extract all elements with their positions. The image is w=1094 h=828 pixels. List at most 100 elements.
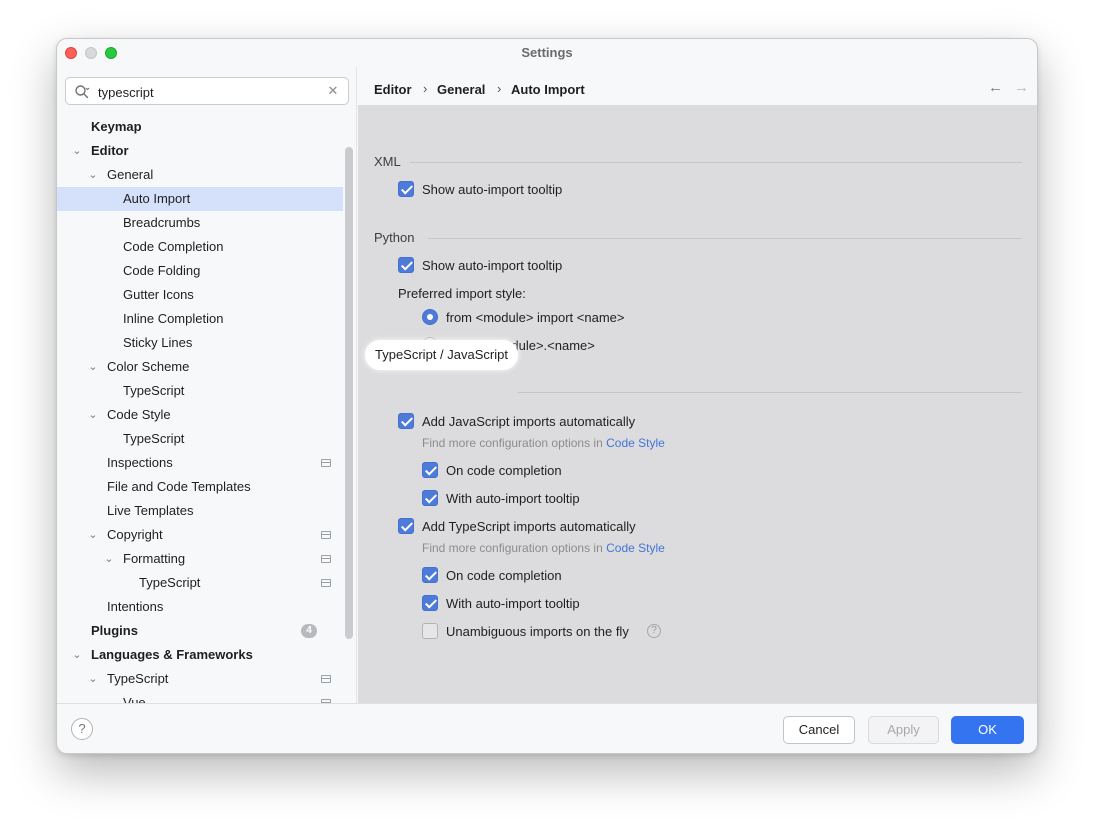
js-auto-import-label[interactable]: Add JavaScript imports automatically	[422, 414, 635, 429]
search-input[interactable]	[98, 83, 318, 101]
ts-on-the-fly-checkbox[interactable]	[422, 623, 438, 639]
tree-item-sticky-lines[interactable]: Sticky Lines	[57, 331, 343, 355]
chevron-down-icon[interactable]: ⌄	[87, 355, 99, 379]
section-divider	[410, 162, 1022, 163]
chevron-down-icon[interactable]: ⌄	[87, 403, 99, 427]
js-on-completion-checkbox[interactable]	[422, 462, 438, 478]
settings-tree: Keymap ⌄ Editor ⌄ General Auto Import Br…	[57, 115, 343, 703]
js-auto-import-checkbox[interactable]	[398, 413, 414, 429]
tree-item-label: Formatting	[123, 551, 186, 566]
chevron-down-icon[interactable]: ⌄	[87, 523, 99, 547]
tree-item-label: Plugins	[91, 623, 138, 638]
tree-item-code-completion[interactable]: Code Completion	[57, 235, 343, 259]
tree-item-editor[interactable]: ⌄ Editor	[57, 139, 343, 163]
xml-show-tooltip-label[interactable]: Show auto-import tooltip	[422, 182, 562, 197]
tree-item-plugins[interactable]: Plugins 4	[57, 619, 343, 643]
js-with-tooltip-label[interactable]: With auto-import tooltip	[446, 491, 580, 506]
ts-with-tooltip-checkbox[interactable]	[422, 595, 438, 611]
help-button[interactable]: ?	[71, 718, 93, 740]
tree-item-inspections[interactable]: Inspections	[57, 451, 343, 475]
tree-item-code-style[interactable]: ⌄ Code Style	[57, 403, 343, 427]
ts-code-style-link[interactable]: Code Style	[606, 541, 665, 555]
tree-item-code-folding[interactable]: Code Folding	[57, 259, 343, 283]
breadcrumb-general[interactable]: General	[437, 82, 485, 97]
import-style-from-radio[interactable]	[422, 309, 438, 325]
js-on-completion-label[interactable]: On code completion	[446, 463, 562, 478]
chevron-down-icon[interactable]: ⌄	[71, 643, 83, 667]
breadcrumb: Editor › General › Auto Import ← →	[358, 67, 1037, 105]
tree-item-keymap[interactable]: Keymap	[57, 115, 343, 139]
settings-sidebar: ✕ Keymap ⌄ Editor ⌄ General Auto Import …	[57, 67, 357, 703]
tree-item-label: Editor	[91, 143, 129, 158]
project-settings-icon	[321, 555, 331, 563]
help-icon[interactable]: ?	[647, 624, 661, 638]
chevron-down-icon[interactable]: ⌄	[103, 547, 115, 571]
clear-search-icon[interactable]: ✕	[326, 84, 340, 98]
breadcrumb-editor[interactable]: Editor	[374, 82, 412, 97]
xml-section-title: XML	[374, 154, 401, 169]
project-settings-icon	[321, 579, 331, 587]
tree-item-file-code-templates[interactable]: File and Code Templates	[57, 475, 343, 499]
tree-item-formatting[interactable]: ⌄ Formatting	[57, 547, 343, 571]
tree-item-gutter-icons[interactable]: Gutter Icons	[57, 283, 343, 307]
chevron-down-icon[interactable]: ⌄	[71, 139, 83, 163]
tree-item-auto-import[interactable]: Auto Import	[57, 187, 343, 211]
ts-on-completion-label[interactable]: On code completion	[446, 568, 562, 583]
tree-item-label: Keymap	[91, 119, 142, 134]
tree-item-label: Gutter Icons	[123, 287, 194, 302]
ts-config-hint-text: Find more configuration options in	[422, 541, 607, 555]
title-bar: Settings	[57, 39, 1037, 67]
settings-dialog: Settings ✕ Keymap ⌄ Editor ⌄ General	[56, 38, 1038, 754]
tree-item-label: TypeScript	[139, 575, 201, 590]
tree-item-label: Inline Completion	[123, 311, 224, 326]
tree-item-label: Color Scheme	[107, 359, 190, 374]
js-code-style-link[interactable]: Code Style	[606, 436, 665, 450]
project-settings-icon	[321, 459, 331, 467]
js-with-tooltip-checkbox[interactable]	[422, 490, 438, 506]
xml-show-tooltip-checkbox[interactable]	[398, 181, 414, 197]
ok-button[interactable]: OK	[951, 716, 1024, 744]
chevron-down-icon[interactable]: ⌄	[87, 163, 99, 187]
settings-content: Editor › General › Auto Import ← → XML S…	[358, 67, 1037, 703]
js-config-hint-text: Find more configuration options in	[422, 436, 607, 450]
breadcrumb-separator: ›	[423, 81, 428, 96]
search-box[interactable]: ✕	[65, 77, 349, 105]
tree-item-color-scheme[interactable]: ⌄ Color Scheme	[57, 355, 343, 379]
import-style-from-label[interactable]: from <module> import <name>	[446, 310, 624, 325]
ts-with-tooltip-label[interactable]: With auto-import tooltip	[446, 596, 580, 611]
tree-item-languages-frameworks[interactable]: ⌄ Languages & Frameworks	[57, 643, 343, 667]
tree-item-inline-completion[interactable]: Inline Completion	[57, 307, 343, 331]
tree-item-code-style-typescript[interactable]: TypeScript	[57, 427, 343, 451]
project-settings-icon	[321, 531, 331, 539]
tree-item-general[interactable]: ⌄ General	[57, 163, 343, 187]
tree-item-live-templates[interactable]: Live Templates	[57, 499, 343, 523]
back-arrow-icon[interactable]: ←	[988, 79, 1003, 96]
tree-item-lang-typescript[interactable]: ⌄ TypeScript	[57, 667, 343, 691]
forward-arrow-icon[interactable]: →	[1014, 79, 1029, 96]
tree-item-label: Copyright	[107, 527, 163, 542]
ts-auto-import-checkbox[interactable]	[398, 518, 414, 534]
project-settings-icon	[321, 675, 331, 683]
search-icon	[75, 85, 90, 99]
sidebar-scrollbar[interactable]	[345, 147, 353, 639]
section-divider	[428, 238, 1022, 239]
tree-item-intentions[interactable]: Intentions	[57, 595, 343, 619]
apply-button[interactable]: Apply	[868, 716, 939, 744]
chevron-down-icon[interactable]: ⌄	[87, 667, 99, 691]
tree-item-breadcrumbs[interactable]: Breadcrumbs	[57, 211, 343, 235]
ts-on-the-fly-label[interactable]: Unambiguous imports on the fly	[446, 624, 629, 639]
ts-auto-import-label[interactable]: Add TypeScript imports automatically	[422, 519, 636, 534]
python-show-tooltip-label[interactable]: Show auto-import tooltip	[422, 258, 562, 273]
tree-item-color-scheme-typescript[interactable]: TypeScript	[57, 379, 343, 403]
cancel-button[interactable]: Cancel	[783, 716, 855, 744]
tree-item-label: Vue	[123, 695, 146, 703]
js-config-hint: Find more configuration options in Code …	[422, 436, 665, 450]
tree-item-vue[interactable]: Vue	[57, 691, 343, 703]
tree-item-formatting-typescript[interactable]: TypeScript	[57, 571, 343, 595]
tree-item-label: Breadcrumbs	[123, 215, 201, 230]
python-show-tooltip-checkbox[interactable]	[398, 257, 414, 273]
tree-item-copyright[interactable]: ⌄ Copyright	[57, 523, 343, 547]
section-divider	[518, 392, 1022, 393]
ts-on-completion-checkbox[interactable]	[422, 567, 438, 583]
tree-item-label: Code Completion	[123, 239, 224, 254]
